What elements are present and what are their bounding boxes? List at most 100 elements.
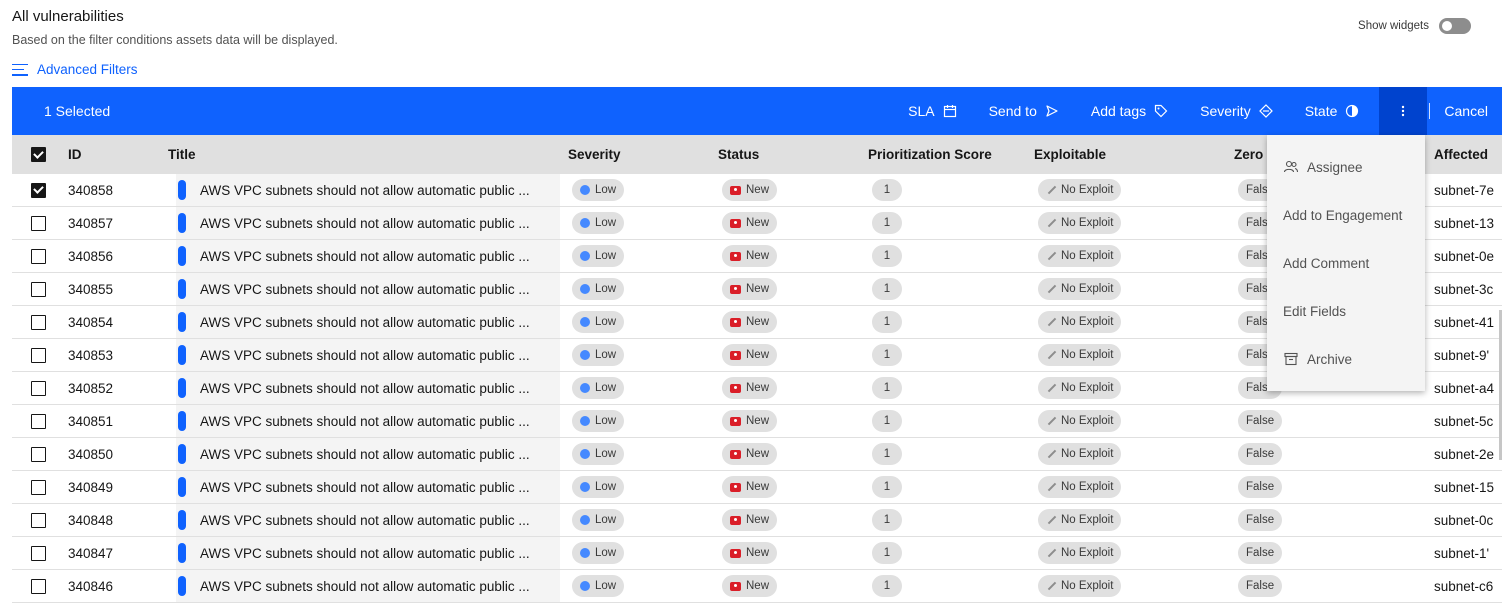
row-affected: subnet-9' (1434, 347, 1490, 363)
table-row[interactable]: 340850 AWS VPC subnets should not allow … (12, 438, 1502, 471)
state-button[interactable]: State (1289, 87, 1376, 135)
table-row[interactable]: 340848 AWS VPC subnets should not allow … (12, 504, 1502, 537)
plug-icon (1046, 383, 1056, 393)
row-checkbox[interactable] (31, 380, 46, 396)
alarm-icon (730, 449, 741, 459)
low-dot-icon (580, 251, 590, 261)
row-title[interactable]: AWS VPC subnets should not allow automat… (200, 273, 530, 305)
status-tag: New (722, 509, 778, 531)
row-severity-cell: Low (572, 240, 625, 272)
row-severity-cell: Low (572, 504, 625, 536)
cancel-button[interactable]: Cancel (1430, 87, 1502, 135)
advanced-filters-link[interactable]: Advanced Filters (12, 62, 138, 77)
status-tag: New (722, 179, 778, 201)
row-select-cell (31, 207, 46, 239)
overflow-menu-button[interactable] (1379, 87, 1428, 135)
row-checkbox[interactable] (31, 512, 46, 528)
status-tag: New (722, 410, 778, 432)
row-id: 340848 (68, 512, 114, 528)
row-status-cell: New (722, 438, 778, 470)
col-prioritization-score[interactable]: Prioritization Score (868, 135, 992, 174)
row-checkbox[interactable] (31, 413, 46, 429)
severity-indicator-bar (178, 312, 186, 332)
row-checkbox[interactable] (31, 545, 46, 561)
col-exploitable[interactable]: Exploitable (1034, 135, 1106, 174)
zero-tag: False (1238, 542, 1283, 564)
show-widgets-label: Show widgets (1358, 20, 1429, 32)
select-all-checkbox[interactable] (31, 147, 46, 162)
add-tags-button[interactable]: Add tags (1075, 87, 1184, 135)
zero-tag: False (1238, 509, 1283, 531)
row-checkbox[interactable] (31, 215, 46, 231)
batch-actions: SLA Send to Add tags Severity State Canc… (892, 87, 1502, 135)
row-title[interactable]: AWS VPC subnets should not allow automat… (200, 372, 530, 404)
row-exploitable-cell: No Exploit (1038, 339, 1122, 371)
row-checkbox[interactable] (31, 182, 46, 198)
row-checkbox[interactable] (31, 314, 46, 330)
exploit-text: No Exploit (1061, 514, 1114, 526)
row-checkbox[interactable] (31, 578, 46, 594)
col-status[interactable]: Status (718, 135, 759, 174)
col-title[interactable]: Title (168, 135, 196, 174)
table-row[interactable]: 340847 AWS VPC subnets should not allow … (12, 537, 1502, 570)
col-id[interactable]: ID (68, 135, 82, 174)
row-title[interactable]: AWS VPC subnets should not allow automat… (200, 405, 530, 437)
row-checkbox[interactable] (31, 479, 46, 495)
sla-button[interactable]: SLA (892, 87, 972, 135)
status-text: New (746, 250, 770, 262)
row-affected: subnet-7e (1434, 182, 1495, 198)
menu-item-add-to-engagement[interactable]: Add to Engagement (1267, 191, 1425, 239)
exploit-text: No Exploit (1061, 382, 1114, 394)
exploit-text: No Exploit (1061, 250, 1114, 262)
col-affected[interactable]: Affected (1434, 135, 1488, 174)
row-title[interactable]: AWS VPC subnets should not allow automat… (200, 504, 530, 536)
row-id: 340852 (68, 380, 114, 396)
row-title[interactable]: AWS VPC subnets should not allow automat… (200, 471, 530, 503)
row-status-cell: New (722, 240, 778, 272)
severity-button[interactable]: Severity (1184, 87, 1289, 135)
row-select-cell (31, 306, 46, 338)
col-zero[interactable]: Zero (1234, 135, 1263, 174)
row-affected: subnet-0c (1434, 512, 1494, 528)
row-title[interactable]: AWS VPC subnets should not allow automat… (200, 306, 530, 338)
row-severity-cell: Low (572, 339, 625, 371)
row-checkbox[interactable] (31, 281, 46, 297)
row-select-cell (31, 240, 46, 272)
menu-item-archive[interactable]: Archive (1267, 335, 1425, 383)
send-to-button[interactable]: Send to (973, 87, 1075, 135)
row-title[interactable]: AWS VPC subnets should not allow automat… (200, 174, 530, 206)
status-text: New (746, 415, 770, 427)
row-checkbox[interactable] (31, 446, 46, 462)
table-row[interactable]: 340851 AWS VPC subnets should not allow … (12, 405, 1502, 438)
low-dot-icon (580, 317, 590, 327)
alarm-icon (730, 548, 741, 558)
row-severity-cell: Low (572, 405, 625, 437)
sla-label: SLA (908, 103, 935, 119)
alarm-icon (730, 383, 741, 393)
row-id: 340856 (68, 248, 114, 264)
row-title[interactable]: AWS VPC subnets should not allow automat… (200, 537, 530, 569)
row-title[interactable]: AWS VPC subnets should not allow automat… (200, 240, 530, 272)
severity-text: Low (595, 250, 617, 262)
row-checkbox[interactable] (31, 347, 46, 363)
row-status-cell: New (722, 273, 778, 305)
table-row[interactable]: 340849 AWS VPC subnets should not allow … (12, 471, 1502, 504)
alarm-icon (730, 284, 741, 294)
row-title[interactable]: AWS VPC subnets should not allow automat… (200, 207, 530, 239)
row-severity-cell: Low (572, 537, 625, 569)
col-severity[interactable]: Severity (568, 135, 621, 174)
severity-text: Low (595, 349, 617, 361)
row-title[interactable]: AWS VPC subnets should not allow automat… (200, 438, 530, 470)
menu-item-add-comment[interactable]: Add Comment (1267, 239, 1425, 287)
status-tag: New (722, 443, 778, 465)
row-title[interactable]: AWS VPC subnets should not allow automat… (200, 339, 530, 371)
menu-item-edit-fields[interactable]: Edit Fields (1267, 287, 1425, 335)
show-widgets-toggle[interactable] (1439, 18, 1471, 34)
status-tag: New (722, 575, 778, 597)
row-title[interactable]: AWS VPC subnets should not allow automat… (200, 570, 530, 602)
table-row[interactable]: 340846 AWS VPC subnets should not allow … (12, 570, 1502, 603)
row-checkbox[interactable] (31, 248, 46, 264)
row-id: 340849 (68, 479, 114, 495)
menu-item-assignee[interactable]: Assignee (1267, 143, 1425, 191)
row-exploitable-cell: No Exploit (1038, 504, 1122, 536)
